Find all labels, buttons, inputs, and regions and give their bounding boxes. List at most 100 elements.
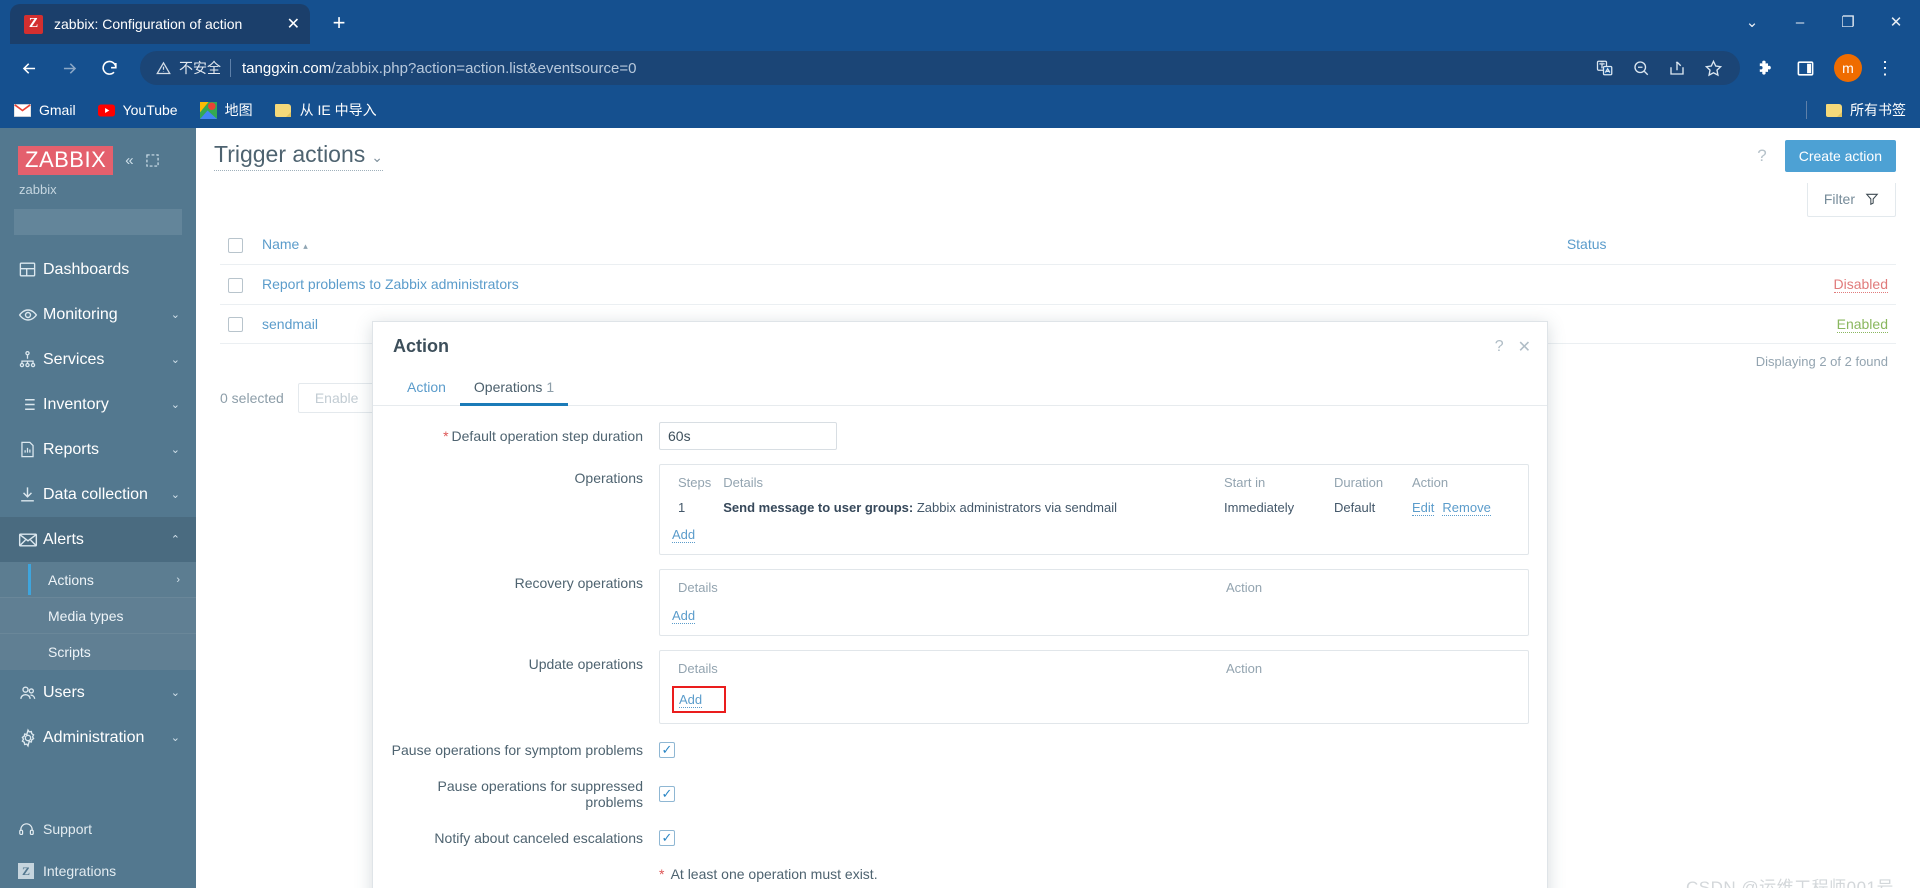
enable-button[interactable]: Enable [297,383,376,414]
sidebar-item-label: Data collection [43,485,148,503]
window-close-icon[interactable]: ✕ [1872,0,1920,44]
omnibox-actions [1588,51,1732,85]
sidebar-item-label: Reports [43,440,100,458]
help-icon[interactable]: ? [1495,338,1504,356]
field-default-step-duration: * Default operation step duration [391,422,1529,450]
reload-icon[interactable] [92,51,126,85]
url-text: tanggxin.com/zabbix.php?action=action.li… [242,60,636,77]
minimize-icon[interactable]: – [1776,0,1824,44]
help-icon[interactable]: ? [1757,146,1766,166]
remove-link[interactable]: Remove [1442,500,1491,516]
sidebar-item-actions[interactable]: Actions › [0,562,196,598]
status-badge[interactable]: Disabled [1833,276,1888,294]
share-icon[interactable] [1660,51,1694,85]
browser-tab[interactable]: Z zabbix: Configuration of action ✕ [10,4,310,44]
dialog-tabs: Action Operations 1 [373,367,1547,406]
add-recovery-operation-link[interactable]: Add [672,608,696,624]
translate-icon[interactable] [1588,51,1622,85]
sidebar-item-label: Alerts [43,530,84,548]
bookmark-maps[interactable]: 地图 [199,100,253,120]
sidebar-item-label: Inventory [43,395,109,413]
action-name-link[interactable]: Report problems to Zabbix administrators [262,276,519,292]
status-badge[interactable]: Enabled [1836,315,1888,333]
sidebar-item-services[interactable]: Services ⌄ [0,337,196,382]
notify-canceled-checkbox[interactable]: ✓ [659,830,675,846]
add-update-operation-link[interactable]: Add [672,686,727,713]
sidebar-item-monitoring[interactable]: Monitoring ⌄ [0,292,196,337]
close-icon[interactable]: ✕ [1518,337,1531,357]
page-title[interactable]: Trigger actions ⌄ [214,141,383,171]
field-label: Operations [574,470,643,486]
row-select-cell [220,304,254,345]
sidebar-item-administration[interactable]: Administration ⌄ [0,715,196,760]
zabbix-logo[interactable]: ZABBIX [18,146,114,175]
new-tab-button[interactable]: + [322,6,356,40]
hide-sidebar-icon[interactable] [145,154,159,167]
maximize-icon[interactable]: ❐ [1824,0,1872,44]
add-operation-link[interactable]: Add [672,527,696,543]
search-input[interactable] [22,214,198,230]
column-header-status[interactable]: Status [1558,225,1896,265]
browser-menu-icon[interactable]: ⋮ [1868,51,1902,85]
sidebar-item-integrations[interactable]: Z Integrations [0,850,196,888]
pause-suppressed-checkbox[interactable]: ✓ [659,786,675,802]
filter-tab[interactable]: Filter [1806,183,1896,217]
address-bar[interactable]: 不安全 tanggxin.com/zabbix.php?action=actio… [140,51,1740,85]
row-checkbox[interactable] [228,317,243,333]
pause-symptom-checkbox[interactable]: ✓ [659,742,675,758]
bookmark-label: YouTube [122,102,178,118]
all-bookmarks-label: 所有书签 [1850,102,1906,118]
create-action-button[interactable]: Create action [1784,139,1896,172]
row-checkbox[interactable] [228,277,243,293]
select-all-checkbox[interactable] [228,237,243,253]
sidebar-item-reports[interactable]: Reports ⌄ [0,427,196,472]
envelope-icon [18,530,43,550]
sidebar-item-support[interactable]: Support [0,808,196,850]
checkbox-label: Pause operations for suppressed problems [437,778,643,810]
folder-icon [275,102,292,119]
label-text: Default operation step duration [451,428,643,444]
column-header-name[interactable]: Name ▴ [254,225,1559,265]
page-title-text: Trigger actions [214,140,366,167]
bookmark-ie-import-folder[interactable]: 从 IE 中导入 [275,100,377,120]
sidebar-item-label: Support [43,821,93,837]
sidebar-item-dashboards[interactable]: Dashboards [0,247,196,292]
checkbox-label: Notify about canceled escalations [434,830,643,846]
close-icon[interactable]: ✕ [287,14,300,34]
sidebar-search[interactable] [14,209,212,235]
table-header-row: Details Action [672,578,1516,602]
sidebar-item-media-types[interactable]: Media types [0,598,196,634]
tab-operations[interactable]: Operations 1 [459,373,569,406]
sidebar-item-users[interactable]: Users ⌄ [0,670,196,715]
extensions-puzzle-icon[interactable] [1748,51,1782,85]
chevron-down-icon[interactable]: ⌄ [1728,0,1776,44]
bookmark-youtube[interactable]: YouTube [97,102,178,119]
required-marker: * [443,428,449,444]
checkbox-pause-suppressed: Pause operations for suppressed problems… [391,778,1529,810]
sidebar-item-scripts[interactable]: Scripts [0,634,196,670]
field-label: * Default operation step duration [391,422,659,444]
tab-action[interactable]: Action [393,373,460,406]
bookmark-gmail[interactable]: Gmail [14,102,76,119]
action-name-link[interactable]: sendmail [262,316,318,332]
column-header-details: Details [678,661,718,676]
chevron-down-icon: ⌄ [170,309,180,321]
default-step-duration-input[interactable] [659,422,837,450]
all-bookmarks[interactable]: 所有书签 [1806,100,1906,120]
zoom-out-icon[interactable] [1624,51,1658,85]
back-icon[interactable] [12,51,46,85]
profile-avatar[interactable]: m [1834,54,1862,82]
sidebar-item-data-collection[interactable]: Data collection ⌄ [0,472,196,517]
side-panel-icon[interactable] [1788,51,1822,85]
zabbix-sidebar: ZABBIX « zabbix Dashboards Monitoring ⌄ [0,128,212,888]
forward-icon[interactable] [52,51,86,85]
bookmark-star-icon[interactable] [1696,51,1730,85]
dialog-header: Action ? ✕ [373,322,1547,367]
tab-count: 1 [546,379,555,395]
edit-link[interactable]: Edit [1412,500,1435,516]
sidebar-item-alerts[interactable]: Alerts ⌃ [0,517,196,562]
sidebar-item-inventory[interactable]: Inventory ⌄ [0,382,196,427]
collapse-sidebar-icon[interactable]: « [125,152,133,169]
dialog-body: *Default operation step duration Operati… [373,406,1547,888]
gmail-icon [14,102,31,119]
